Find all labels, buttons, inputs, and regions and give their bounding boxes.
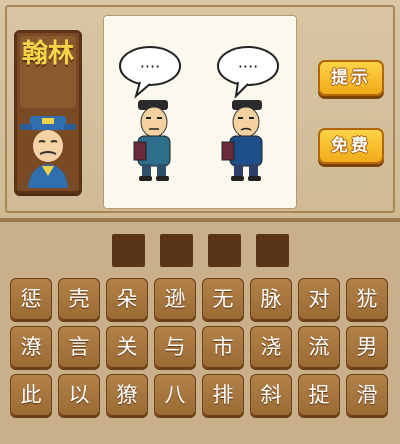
char-tile[interactable]: 惩 <box>10 278 52 320</box>
char-tile[interactable]: 无 <box>202 278 244 320</box>
answer-slot[interactable] <box>160 234 193 267</box>
char-tile[interactable]: 捉 <box>298 374 340 416</box>
char-tile[interactable]: 关 <box>106 326 148 368</box>
char-tile[interactable]: 脉 <box>250 278 292 320</box>
char-tile[interactable]: 以 <box>58 374 100 416</box>
rank-title: 翰林 <box>21 39 74 69</box>
char-tile[interactable]: 言 <box>58 326 100 368</box>
char-tile[interactable]: 与 <box>154 326 196 368</box>
official-avatar-icon <box>20 116 76 188</box>
char-tile[interactable]: 流 <box>298 326 340 368</box>
rank-title-box: 翰林 <box>20 36 76 108</box>
char-tile[interactable]: 浇 <box>250 326 292 368</box>
char-tile[interactable]: 獠 <box>106 374 148 416</box>
char-tile[interactable]: 此 <box>10 374 52 416</box>
char-tile[interactable]: 滑 <box>346 374 388 416</box>
puzzle-picture: ···· ···· <box>104 16 296 208</box>
hint-button[interactable]: 提示 <box>318 60 384 96</box>
char-tile[interactable]: 男 <box>346 326 388 368</box>
right-bubble-dots: ···· <box>238 57 258 76</box>
char-tile[interactable]: 朵 <box>106 278 148 320</box>
left-bubble-dots: ···· <box>140 57 160 76</box>
free-button[interactable]: 免费 <box>318 128 384 164</box>
char-tile[interactable]: 壳 <box>58 278 100 320</box>
two-officials-talking-image: ···· ···· <box>119 46 279 181</box>
left-official-figure <box>133 100 171 181</box>
right-official-figure <box>221 100 263 181</box>
answer-slot[interactable] <box>112 234 145 267</box>
char-tile[interactable]: 排 <box>202 374 244 416</box>
char-tile[interactable]: 犹 <box>346 278 388 320</box>
char-tile[interactable]: 市 <box>202 326 244 368</box>
right-speech-bubble: ···· <box>217 46 279 99</box>
char-tile[interactable]: 逊 <box>154 278 196 320</box>
char-tile[interactable]: 潦 <box>10 326 52 368</box>
char-tile[interactable]: 斜 <box>250 374 292 416</box>
char-tile[interactable]: 八 <box>154 374 196 416</box>
player-rank-card: 翰林 <box>14 30 82 194</box>
char-tile[interactable]: 对 <box>298 278 340 320</box>
answer-slot[interactable] <box>208 234 241 267</box>
answer-slot[interactable] <box>256 234 289 267</box>
left-speech-bubble: ···· <box>119 46 181 99</box>
question-panel: 翰林 ···· ···· 提示 免费 <box>0 0 400 222</box>
